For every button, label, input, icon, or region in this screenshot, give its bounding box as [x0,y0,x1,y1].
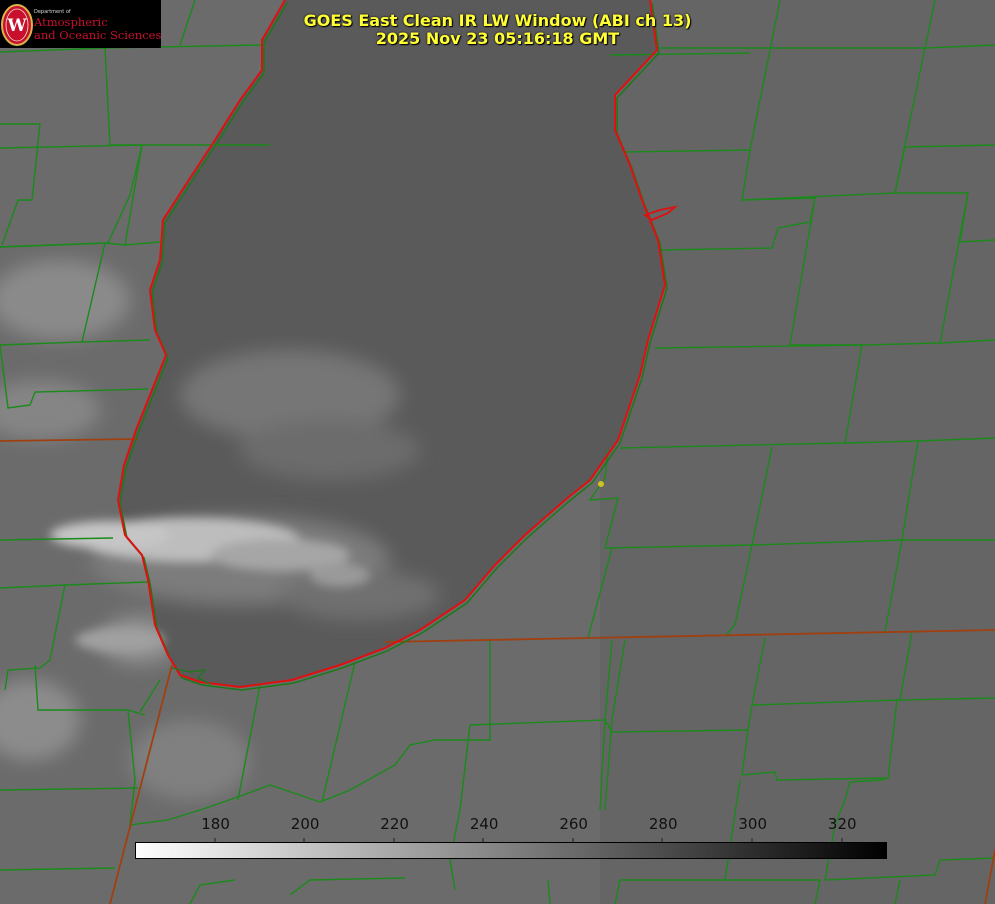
colorbar-tick-label: 180 [201,815,230,833]
satellite-map: 180 200 220 240 260 280 300 320 GOES East Clean… [0,0,995,904]
colorbar-tick-label: 320 [827,815,857,833]
crest-letter: W [6,16,27,36]
colorbar-tick-label: 240 [469,815,499,833]
colorbar-tick-label: 220 [380,815,409,833]
station-marker [598,481,604,487]
ir-satellite-image [0,0,995,904]
temperature-colorbar [135,842,887,859]
colorbar-tick-label: 260 [559,815,588,833]
aos-logo: W Department of Atmospheric and Oceanic … [0,0,161,48]
colorbar-tick-label: 200 [290,815,320,833]
logo-line1: Atmospheric [34,15,108,29]
colorbar-tick-label: 280 [648,815,678,833]
logo-line2: and Oceanic Sciences [34,28,162,42]
crest-icon: W [1,4,33,46]
colorbar-tick-label: 300 [738,815,768,833]
